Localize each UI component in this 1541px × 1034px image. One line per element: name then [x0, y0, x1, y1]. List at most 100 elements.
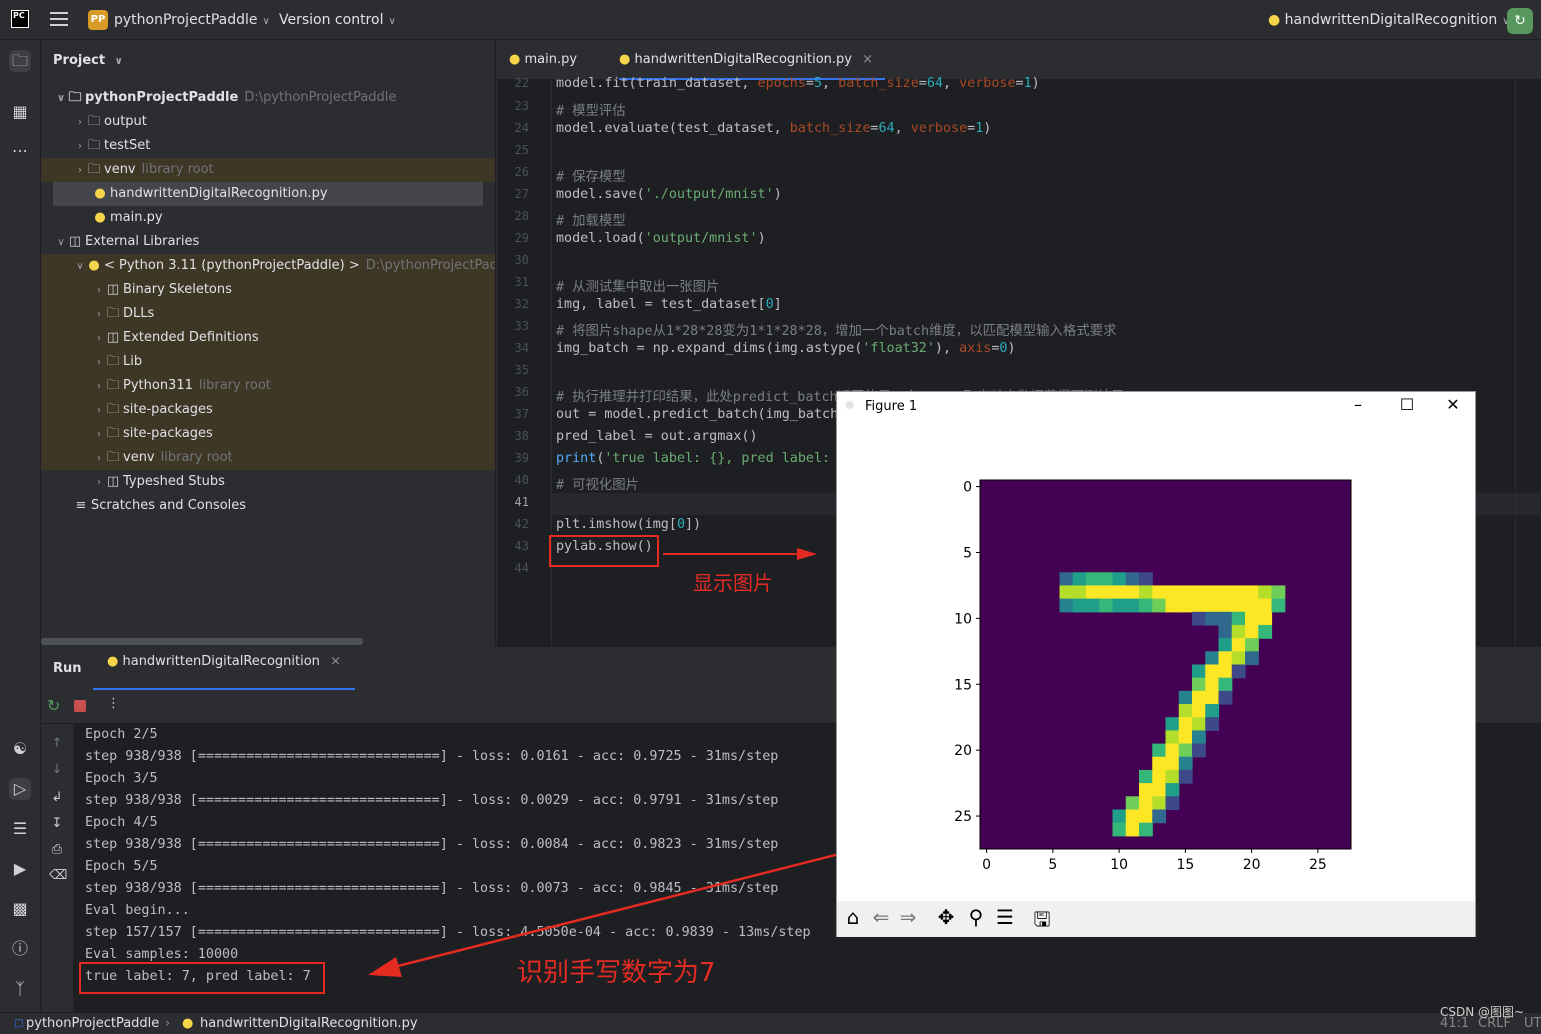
- more-options-icon[interactable]: ⋮: [107, 696, 120, 711]
- pixel-cell: [1178, 704, 1193, 718]
- code-line: # 保存模型: [556, 170, 626, 185]
- pixel-cell: [1205, 717, 1220, 731]
- pixel-cell: [1059, 598, 1074, 613]
- run-title: Run: [53, 661, 82, 676]
- home-icon[interactable]: ⌂: [840, 905, 866, 929]
- project-badge[interactable]: PP: [88, 10, 108, 30]
- pixel-cell: [1125, 598, 1140, 613]
- pixel-cell: [1139, 585, 1153, 600]
- tab-main-py[interactable]: ● main.py: [509, 40, 577, 80]
- tree-item-output[interactable]: › 🗀 output: [41, 110, 495, 134]
- pixel-cell: [1192, 730, 1206, 745]
- tree-item-venv-lib[interactable]: › 🗀 venv library root: [41, 446, 495, 470]
- scroll-down-icon[interactable]: ↓: [49, 762, 65, 777]
- tree-item-scratches[interactable]: ≡ Scratches and Consoles: [41, 494, 495, 518]
- pan-icon[interactable]: ✥: [933, 905, 959, 929]
- pixel-cell: [1139, 769, 1153, 784]
- encoding[interactable]: UT: [1524, 1013, 1541, 1034]
- tab-handwritten-py[interactable]: ● handwrittenDigitalRecognition.py ×: [619, 40, 886, 80]
- tree-item-extended-definitions[interactable]: › ◫ Extended Definitions: [41, 326, 495, 350]
- pixel-cell: [1218, 677, 1233, 692]
- rerun-icon[interactable]: ↻: [47, 696, 60, 715]
- pixel-cell: [1152, 585, 1167, 600]
- tree-item-handwritten-py[interactable]: ● handwrittenDigitalRecognition.py: [53, 182, 483, 206]
- forward-icon[interactable]: ⇒: [895, 905, 921, 929]
- tree-item-lib[interactable]: › 🗀 Lib: [41, 350, 495, 374]
- zoom-icon[interactable]: ⚲: [963, 905, 989, 929]
- tree-item-external-libraries[interactable]: ∨ ◫ External Libraries: [41, 230, 495, 254]
- project-switcher[interactable]: pythonProjectPaddle ∨: [114, 12, 270, 28]
- pixel-cell: [1192, 704, 1206, 718]
- code-line: # 将图片shape从1*28*28变为1*1*28*28，增加一个batch维…: [556, 324, 1117, 339]
- structure-icon[interactable]: ▦: [9, 101, 31, 123]
- save-icon[interactable]: 🖫: [1029, 905, 1055, 939]
- run-config-selector[interactable]: ● handwrittenDigitalRecognition ∨: [1268, 12, 1510, 28]
- y-tick-label: 15: [954, 677, 972, 693]
- pixel-cell: [1205, 651, 1220, 666]
- soft-wrap-icon[interactable]: ↲: [49, 790, 65, 805]
- close-icon[interactable]: ×: [330, 654, 341, 669]
- console-line: Epoch 3/5: [85, 771, 158, 786]
- tree-item-python311[interactable]: › 🗀 Python311 library root: [41, 374, 495, 398]
- layers-icon[interactable]: ☰: [9, 818, 31, 840]
- vcs-menu[interactable]: Version control ∨: [279, 12, 396, 28]
- tree-item-typeshed-stubs[interactable]: › ◫ Typeshed Stubs: [41, 470, 495, 494]
- tree-item-root[interactable]: ∨ 🗀 pythonProjectPaddle D:\pythonProjectPad…: [41, 86, 495, 110]
- chevron-right-icon: ›: [97, 357, 101, 368]
- python-packages-icon[interactable]: ☯: [9, 738, 31, 760]
- annotation-show-image: 显示图片: [693, 571, 773, 595]
- console-line: Epoch 5/5: [85, 859, 158, 874]
- horizontal-scrollbar[interactable]: [41, 638, 363, 645]
- pixel-cell: [1139, 822, 1153, 837]
- scroll-up-icon[interactable]: ↑: [49, 736, 65, 751]
- pixel-cell: [1086, 585, 1100, 600]
- python-file-icon: ●: [182, 1016, 194, 1031]
- terminal-icon[interactable]: ▩: [9, 898, 31, 920]
- configure-icon[interactable]: ☰: [992, 905, 1018, 929]
- breadcrumb-project[interactable]: pythonProjectPaddle: [26, 1013, 159, 1034]
- more-icon[interactable]: ⋯: [9, 140, 31, 162]
- python-file-icon: ●: [94, 186, 106, 201]
- git-icon[interactable]: ᛉ: [9, 978, 31, 1000]
- rerun-button[interactable]: ↻: [1507, 8, 1533, 34]
- chevron-right-icon: ›: [165, 1016, 171, 1031]
- pixel-cell: [1099, 585, 1114, 600]
- project-panel-title[interactable]: Project ∨: [53, 53, 123, 68]
- pixel-cell: [1245, 585, 1259, 600]
- tree-item-dlls[interactable]: › 🗀 DLLs: [41, 302, 495, 326]
- tree-item-python-sdk[interactable]: ∨ ● < Python 3.11 (pythonProjectPaddle) > D…: [41, 254, 495, 278]
- tree-item-main-py[interactable]: ● main.py: [41, 206, 495, 230]
- tree-item-binary-skeletons[interactable]: › ◫ Binary Skeletons: [41, 278, 495, 302]
- pixel-cell: [1231, 585, 1246, 600]
- x-axis: 0 5 10 15 20 25: [982, 849, 1327, 873]
- print-icon[interactable]: ⎙: [49, 842, 65, 857]
- scroll-to-end-icon[interactable]: ↧: [49, 816, 65, 831]
- close-icon[interactable]: ×: [862, 52, 873, 67]
- folder-icon: 🗀: [87, 162, 101, 177]
- pixel-cell: [1258, 624, 1273, 639]
- breadcrumb-file[interactable]: handwrittenDigitalRecognition.py: [200, 1013, 418, 1034]
- main-menu-icon[interactable]: [50, 12, 68, 26]
- watermark: CSDN @图图~: [1440, 1005, 1525, 1019]
- pixel-cell: [1152, 783, 1167, 797]
- back-icon[interactable]: ⇐: [868, 905, 894, 929]
- run-tab[interactable]: ● handwrittenDigitalRecognition ×: [93, 648, 355, 690]
- code-line: plt.imshow(img[0]): [556, 517, 702, 532]
- folder-icon[interactable]: 🗀: [9, 50, 31, 72]
- module-icon: □: [14, 1018, 24, 1029]
- tree-item-testset[interactable]: › 🗀 testSet: [41, 134, 495, 158]
- problems-icon[interactable]: ⓘ: [9, 938, 31, 960]
- console-line: Eval samples: 10000: [85, 947, 239, 962]
- pixel-cell: [1258, 585, 1273, 600]
- tree-item-venv[interactable]: › 🗀 venv library root: [41, 158, 495, 182]
- pixel-cell: [1072, 585, 1087, 600]
- run-icon[interactable]: ▷: [9, 778, 31, 800]
- tree-item-site-packages-1[interactable]: › 🗀 site-packages: [41, 398, 495, 422]
- pixel-cell: [1165, 585, 1180, 600]
- arrow-annotation-show: [663, 548, 817, 560]
- stop-icon[interactable]: [74, 700, 86, 712]
- tree-item-site-packages-2[interactable]: › 🗀 site-packages: [41, 422, 495, 446]
- trash-icon[interactable]: ⌫: [49, 868, 67, 883]
- services-icon[interactable]: ▶: [9, 858, 31, 880]
- highlight-box-result: [79, 962, 325, 994]
